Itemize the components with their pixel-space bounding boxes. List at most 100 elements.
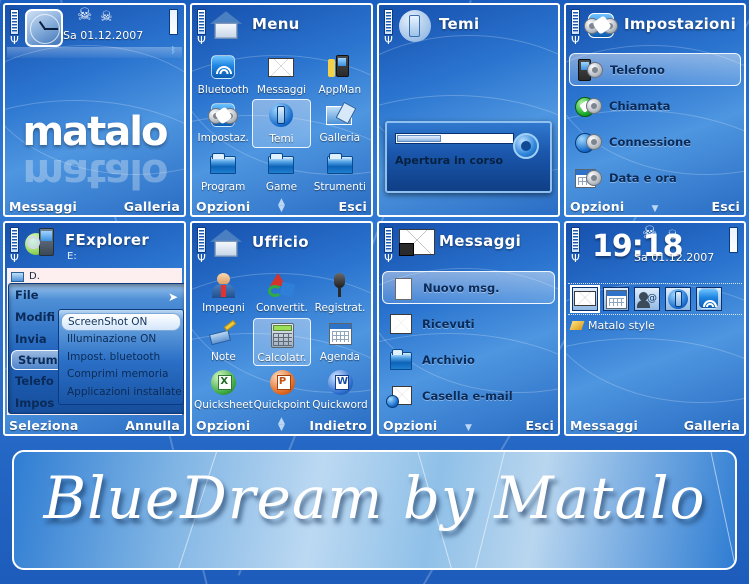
skull-icon: ☠ [77,5,93,25]
softkey-right[interactable]: Galleria [124,199,180,214]
list-item-chiamata[interactable]: Chiamata [569,89,741,122]
menu-item-quickpoint[interactable]: P Quickpoint [253,366,311,415]
themes-phone-icon [399,10,431,42]
list-item-label: Archivio [422,352,475,367]
softkey-left[interactable]: Opzioni [196,199,250,214]
soft-key-bar: Opzioni ▼ Esci [379,416,558,434]
progress-label: Apertura in corso [395,154,504,167]
date-label: Sa 01.12.2007 [63,29,144,42]
settings-phone-icon [208,101,239,131]
softkey-left[interactable]: Opzioni [196,418,250,433]
submenu-item-illuminazione[interactable]: Illuminazione ON [61,331,181,349]
list-item-data-e-ora[interactable]: Data e ora [569,161,741,194]
menu-item-strumenti[interactable]: Strumenti [311,148,369,196]
softkey-right[interactable]: Esci [526,418,554,433]
shortcut-calendar-icon[interactable] [603,287,629,311]
menu-item-convertitore[interactable]: Convertit. [253,269,311,318]
antenna-icon: Ψ [10,34,19,47]
progress-dialog: Apertura in corso [385,121,552,193]
submenu[interactable]: ScreenShot ON Illuminazione ON Impost. b… [58,309,184,405]
signal-icon [197,227,206,253]
list-item-casella-email[interactable]: Casella e-mail [382,379,555,412]
softkey-left[interactable]: Messaggi [9,199,77,214]
softkey-right[interactable]: Galleria [684,418,740,433]
calendar-gear-icon [575,166,602,190]
menu-item-impostaz[interactable]: Impostaz. [194,99,252,147]
shortcut-phone-icon[interactable] [665,287,691,311]
submenu-item-comprimi-memoria[interactable]: Comprimi memoria [61,366,181,384]
softkey-left[interactable]: Opzioni [383,418,437,433]
menu-item-label: Impostaz. [197,132,249,145]
screen-menu[interactable]: Ψ Menu Bluetooth Messaggi AppMan Imposta… [190,3,373,217]
menu-item-impegni[interactable]: Impegni [194,269,253,318]
menu-item-temi[interactable]: Temi [252,99,311,148]
progress-fill [397,135,442,142]
menu-item-note[interactable]: Note [194,318,253,367]
softkey-right[interactable]: Esci [712,199,740,214]
softkey-left[interactable]: Messaggi [570,418,638,433]
menu-item-quicksheet[interactable]: X Quicksheet [194,366,253,415]
screen-temi[interactable]: Ψ Temi Apertura in corso [377,3,560,217]
menu-item-galleria[interactable]: Galleria [311,99,369,147]
menu-item-label: Temi [269,133,294,146]
menu-item-label: Note [211,350,236,363]
context-menu[interactable]: ➤ File Modifi Invia Strum Telefo Impos S… [8,283,184,414]
skull-icon: ☠ [642,223,658,243]
shortcut-contacts-icon[interactable]: @ [634,287,660,311]
list-item-telefono[interactable]: Telefono [569,53,741,86]
menu-item-label: AppMan [318,84,362,96]
list-item-label: Chiamata [609,98,671,113]
signal-icon [10,227,19,253]
appman-icon [325,53,355,83]
status-bar: Ψ Impostazioni [566,5,744,51]
softkey-right[interactable]: Indietro [309,418,367,433]
menu-grid: Bluetooth Messaggi AppMan Impostaz. Temi… [194,51,369,196]
shortcut-new-message-icon[interactable] [570,285,600,313]
menu-item-agenda[interactable]: Agenda [311,318,369,367]
screen-impostazioni[interactable]: Ψ Impostazioni Telefono Chiamata Conness… [564,3,746,217]
quickpoint-icon: P [267,368,297,398]
gear-icon [508,128,544,164]
softkey-left[interactable]: Opzioni [570,199,624,214]
menu-item-messaggi[interactable]: Messaggi [252,51,310,99]
antenna-icon: Ψ [384,34,393,47]
softkey-right[interactable]: Esci [339,199,367,214]
menu-item-bluetooth[interactable]: Bluetooth [194,51,252,99]
page-title: Impostazioni [624,15,737,33]
screen-standby-home[interactable]: Ψ ☠ ☠ Sa 01.12.2007 ᛒ matalo matalo Mess… [3,3,186,217]
signal-icon [384,9,393,35]
list-item-ricevuti[interactable]: Ricevuti [382,307,555,340]
house-icon [209,11,243,39]
clock-widget[interactable] [25,9,63,47]
submenu-item-screenshot[interactable]: ScreenShot ON [61,313,181,331]
page-subtitle: E: [67,251,77,262]
screen-fexplorer[interactable]: Ψ FExplorer E: D. ➤ File Modifi Invia St… [3,221,186,436]
menu-item-game[interactable]: Game [252,148,310,196]
menu-item-registratore[interactable]: Registrat. [311,269,369,318]
list-item-archivio[interactable]: Archivio [382,343,555,376]
softkey-right[interactable]: Annulla [125,418,180,433]
screen-ufficio[interactable]: Ψ Ufficio Impegni Convertit. Registrat. … [190,221,373,436]
style-row[interactable]: Matalo style [569,319,655,332]
menu-item-calcolatrice[interactable]: Calcolatr. [252,317,311,367]
screen-standby-clock[interactable]: Ψ 19:18 ☠ ☠ Sa 01.12.2007 @ Matalo style… [564,221,746,436]
list-item-connessione[interactable]: Connessione [569,125,741,158]
screen-messaggi[interactable]: Ψ Messaggi Nuovo msg. Ricevuti Archivio [377,221,560,436]
menu-item-label: Registrat. [314,302,366,314]
skull-icon: ☠ [666,228,679,244]
folder-icon [266,150,296,180]
shortcut-bluetooth-icon[interactable] [696,287,722,311]
menu-item-appman[interactable]: AppMan [311,51,369,99]
soft-key-bar: Opzioni ▼ Esci [566,197,744,215]
menu-item-file[interactable]: File [9,284,184,306]
style-icon [569,321,585,330]
menu-item-program[interactable]: Program [194,148,252,196]
wallpaper-logo: matalo [22,109,169,155]
menu-item-quickword[interactable]: W Quickword [311,366,369,415]
submenu-item-bluetooth[interactable]: Impost. bluetooth [61,348,181,366]
chevron-right-icon: ➤ [167,290,178,304]
submenu-item-applicazioni[interactable]: Applicazioni installate [61,383,182,401]
softkey-left[interactable]: Seleziona [9,418,79,433]
fexplorer-icon [23,227,59,261]
list-item-nuovo-msg[interactable]: Nuovo msg. [382,271,555,304]
